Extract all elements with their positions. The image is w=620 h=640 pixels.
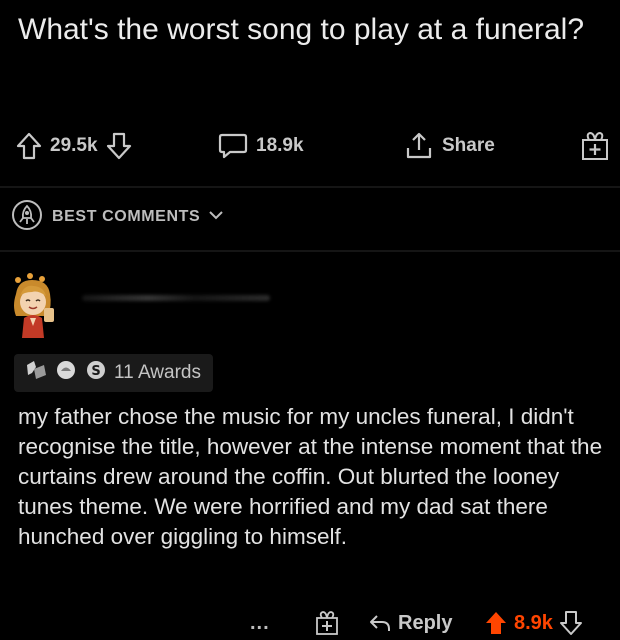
gift-award-icon	[580, 130, 610, 162]
upvote-count: 29.5k	[50, 135, 98, 156]
comment-header	[10, 262, 610, 342]
comment-body: my father chose the music for my uncles …	[18, 404, 603, 549]
post-vote-group: 29.5k	[16, 126, 132, 166]
share-label: Share	[442, 135, 495, 156]
sort-selector[interactable]: BEST COMMENTS	[10, 198, 224, 237]
share-icon	[404, 131, 434, 161]
comment-vote-group: 8.9k	[484, 606, 583, 640]
downvote-icon[interactable]	[559, 610, 583, 636]
downvote-icon[interactable]	[106, 132, 132, 160]
reply-arrow-icon	[368, 612, 392, 634]
comment-action-bar: ... Reply 8.9k	[0, 606, 620, 640]
username-redacted	[82, 295, 270, 301]
chevron-down-icon	[208, 208, 224, 226]
more-options-button[interactable]: ...	[250, 606, 270, 640]
award-gift-icon	[24, 359, 48, 387]
reply-button[interactable]: Reply	[368, 606, 452, 640]
awards-count: 11 Awards	[114, 362, 201, 383]
section-divider	[0, 186, 620, 188]
upvote-icon[interactable]	[16, 132, 42, 160]
upvote-filled-icon[interactable]	[484, 610, 508, 636]
post-action-bar: 29.5k 18.9k Share	[0, 126, 620, 166]
award-silver-icon: S	[84, 359, 108, 387]
speech-bubble-icon	[218, 132, 248, 160]
comments-button[interactable]: 18.9k	[218, 126, 304, 166]
award-button[interactable]	[580, 126, 610, 166]
reply-label: Reply	[398, 611, 453, 634]
comment-award-button[interactable]	[314, 606, 340, 640]
awards-chip[interactable]: S 11 Awards	[14, 354, 213, 392]
section-divider	[0, 250, 620, 252]
award-helpful-icon	[54, 359, 78, 387]
svg-text:S: S	[91, 364, 100, 379]
gift-award-icon	[314, 609, 340, 637]
sort-label: BEST COMMENTS	[52, 208, 201, 225]
comment-count: 18.9k	[256, 135, 304, 156]
rocket-badge-icon	[10, 198, 44, 237]
avatar[interactable]	[10, 270, 70, 340]
share-button[interactable]: Share	[404, 126, 495, 166]
post-title: What's the worst song to play at a funer…	[18, 13, 585, 46]
comment-vote-count: 8.9k	[514, 611, 553, 634]
